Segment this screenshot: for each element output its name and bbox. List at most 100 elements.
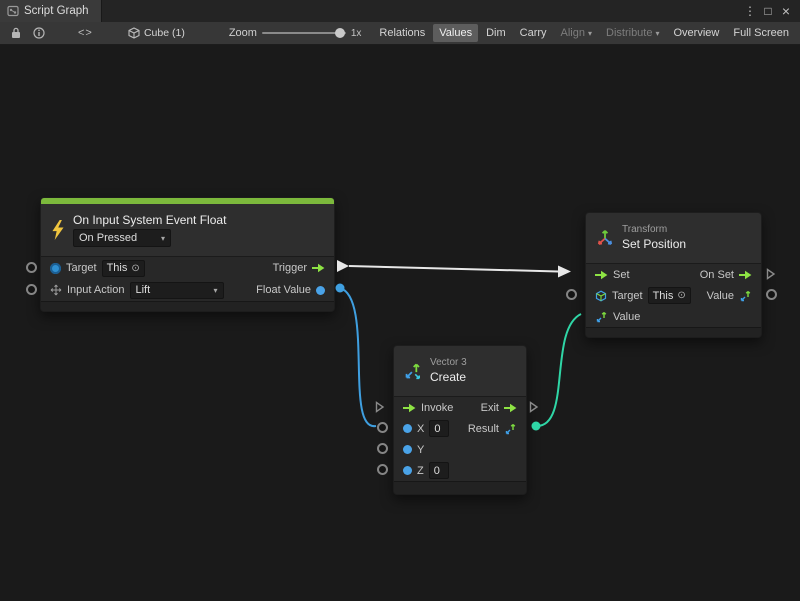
script-graph-window: Script Graph ⋮ □ × <> (0, 0, 800, 601)
node-footer (394, 481, 526, 494)
align-button[interactable]: Align▾ (555, 24, 598, 42)
flow-arrow-icon[interactable] (504, 403, 517, 413)
info-button[interactable] (27, 22, 50, 44)
z-port-label: Z (417, 465, 424, 477)
vector3-node-header: Vector 3 Create (394, 346, 526, 396)
value-in-row: Value (586, 306, 761, 327)
zoom-value: 1x (351, 28, 362, 39)
x-input-port[interactable] (377, 422, 388, 433)
z-row: Z 0 (394, 460, 526, 481)
vector3-node-title: Create (430, 370, 467, 384)
flow-arrow-icon[interactable] (739, 270, 752, 280)
event-input-action-port[interactable] (26, 284, 37, 295)
zoom-slider[interactable] (262, 32, 346, 34)
invoke-port[interactable] (375, 401, 385, 413)
maximize-button[interactable]: □ (759, 0, 777, 22)
node-vector3-create[interactable]: Vector 3 Create Invoke Exit X 0 (393, 345, 527, 495)
flow-arrow-icon[interactable] (312, 263, 325, 273)
event-node-header: On Input System Event Float On Pressed ▾ (41, 204, 334, 256)
event-target-port[interactable] (26, 262, 37, 273)
lightning-icon (50, 220, 66, 240)
toolbar-buttons: Relations Values Dim Carry Align▾ Distri… (372, 24, 796, 42)
vector3-port-icon[interactable] (739, 289, 752, 302)
transform-icon (595, 228, 615, 248)
title-bar: Script Graph ⋮ □ × (0, 0, 800, 23)
target-port-label: Target (612, 290, 643, 302)
x-port-label: X (417, 423, 424, 435)
input-action-row: Input Action Lift ▾ Float Value (41, 279, 334, 301)
node-footer (41, 301, 334, 311)
node-transform-set-position[interactable]: Transform Set Position Set On Set (585, 212, 762, 338)
input-action-dropdown[interactable]: Lift ▾ (130, 282, 224, 299)
object-picker-icon: ⊙ (677, 290, 685, 301)
object-picker-icon: ⊙ (131, 263, 139, 274)
float-port-icon[interactable] (316, 286, 325, 295)
float-port-icon[interactable] (403, 424, 412, 433)
transform-type-label: Transform (622, 224, 686, 235)
target-object-field[interactable]: This ⊙ (102, 260, 145, 277)
input-action-port-label: Input Action (67, 284, 125, 296)
invoke-exit-row: Invoke Exit (394, 397, 526, 418)
values-button[interactable]: Values (433, 24, 478, 42)
flow-arrow-icon[interactable] (403, 403, 416, 413)
chevron-down-icon: ▾ (588, 29, 592, 38)
graph-target-selector[interactable]: Cube (1) (128, 27, 185, 39)
carry-button[interactable]: Carry (514, 24, 553, 42)
lock-button[interactable] (4, 22, 27, 44)
window-controls: ⋮ □ × (741, 0, 800, 22)
onset-port[interactable] (766, 268, 776, 280)
result-port-label: Result (468, 423, 499, 435)
window-menu-button[interactable]: ⋮ (741, 0, 759, 22)
vector3-type-label: Vector 3 (430, 357, 467, 368)
dim-button[interactable]: Dim (480, 24, 512, 42)
close-button[interactable]: × (777, 0, 795, 22)
fullscreen-button[interactable]: Full Screen (727, 24, 795, 42)
value-in-port-label: Value (613, 311, 640, 323)
y-port-label: Y (417, 444, 424, 456)
vector3-port-icon[interactable] (595, 310, 608, 323)
float-port-icon[interactable] (403, 466, 412, 475)
cube-icon (128, 27, 140, 39)
event-node-ports: Target This ⊙ Trigger Input Action (41, 256, 334, 301)
target-object-field[interactable]: This ⊙ (648, 287, 691, 304)
chevron-down-icon: ▾ (153, 234, 165, 243)
node-on-input-system-event-float[interactable]: On Input System Event Float On Pressed ▾… (40, 197, 335, 312)
target-value-row: Target This ⊙ Value (586, 285, 761, 306)
target-port-label: Target (66, 262, 97, 274)
transform-node-header: Transform Set Position (586, 213, 761, 263)
zoom-slider-knob[interactable] (335, 28, 345, 38)
event-mode-dropdown[interactable]: On Pressed ▾ (73, 229, 171, 247)
transform-target-port[interactable] (566, 289, 577, 300)
relations-button[interactable]: Relations (373, 24, 431, 42)
input-action-icon (50, 284, 62, 296)
float-port-icon[interactable] (403, 445, 412, 454)
edit-source-button[interactable]: <> (69, 22, 102, 44)
y-input-port[interactable] (377, 443, 388, 454)
x-value-field[interactable]: 0 (429, 420, 449, 437)
target-trigger-row: Target This ⊙ Trigger (41, 257, 334, 279)
exit-port-label: Exit (481, 402, 499, 414)
onset-port-label: On Set (700, 269, 734, 281)
exit-port[interactable] (529, 401, 539, 413)
trigger-port-label: Trigger (273, 262, 307, 274)
chevron-down-icon: ▾ (655, 29, 659, 38)
value-out-port[interactable] (766, 289, 777, 300)
overview-button[interactable]: Overview (668, 24, 726, 42)
code-icon: <> (78, 27, 93, 39)
z-input-port[interactable] (377, 464, 388, 475)
float-value-port-label: Float Value (256, 284, 311, 296)
node-footer (586, 327, 761, 337)
x-result-row: X 0 Result (394, 418, 526, 439)
vector3-port-icon[interactable] (504, 422, 517, 435)
tab-label: Script Graph (24, 5, 89, 17)
chevron-down-icon: ▾ (205, 286, 217, 295)
distribute-button[interactable]: Distribute▾ (600, 24, 665, 42)
event-node-title: On Input System Event Float (73, 213, 226, 227)
flow-arrow-icon[interactable] (595, 270, 608, 280)
z-value-field[interactable]: 0 (429, 462, 449, 479)
lock-icon (11, 27, 21, 39)
invoke-port-label: Invoke (421, 402, 453, 414)
set-onset-row: Set On Set (586, 264, 761, 285)
set-port-label: Set (613, 269, 630, 281)
tab-script-graph[interactable]: Script Graph (0, 0, 102, 22)
